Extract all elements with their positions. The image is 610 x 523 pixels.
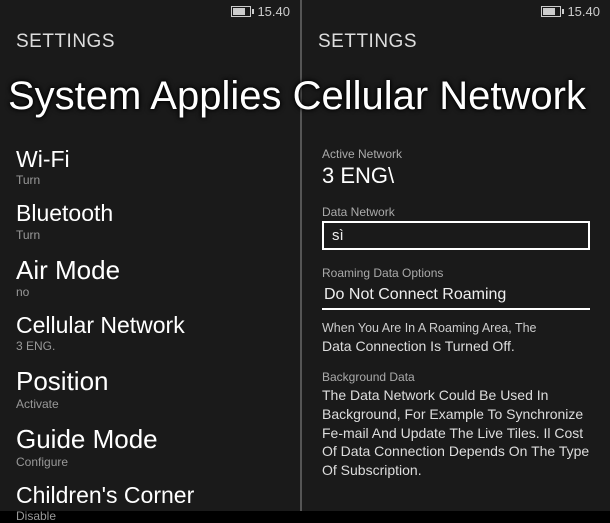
setting-wifi[interactable]: Wi-Fi Turn <box>16 147 284 187</box>
left-panel: 15.40 SETTINGS Wi-Fi Turn Bluetooth Turn… <box>0 0 302 511</box>
roaming-explanation: When You Are In A Roaming Area, The Data… <box>322 320 590 356</box>
setting-sub: Turn <box>16 228 284 242</box>
setting-title: Air Mode <box>16 256 284 285</box>
setting-childrens-corner[interactable]: Children's Corner Disable <box>16 483 284 523</box>
setting-title: Cellular Network <box>16 313 284 338</box>
setting-title: Guide Mode <box>16 425 284 454</box>
status-time: 15.40 <box>567 4 600 19</box>
setting-sub: no <box>16 285 284 299</box>
data-network-label: Data Network <box>322 205 590 219</box>
settings-header-left: SETTINGS <box>0 21 300 53</box>
battery-icon <box>541 6 561 17</box>
right-panel: 15.40 SETTINGS Active Network 3 ENG\ Dat… <box>302 0 610 511</box>
roaming-value: Do Not Connect Roaming <box>324 286 506 303</box>
data-network-select[interactable]: sì <box>322 221 590 250</box>
status-bar-right: 15.40 <box>302 0 610 21</box>
active-network-value: 3 ENG\ <box>322 163 590 189</box>
setting-guide-mode[interactable]: Guide Mode Configure <box>16 425 284 469</box>
status-bar-left: 15.40 <box>0 0 300 21</box>
setting-cellular-network[interactable]: Cellular Network 3 ENG. <box>16 313 284 353</box>
settings-header-right: SETTINGS <box>302 21 610 53</box>
setting-sub: Turn <box>16 173 284 187</box>
setting-title: Position <box>16 367 284 396</box>
active-network-label: Active Network <box>322 147 590 161</box>
setting-title: Wi-Fi <box>16 147 284 172</box>
setting-sub: 3 ENG. <box>16 339 284 353</box>
background-data-label: Background Data <box>322 370 590 384</box>
roaming-options-select[interactable]: Do Not Connect Roaming <box>322 282 590 310</box>
setting-title: Bluetooth <box>16 201 284 226</box>
status-time: 15.40 <box>257 4 290 19</box>
setting-position[interactable]: Position Activate <box>16 367 284 411</box>
setting-title: Children's Corner <box>16 483 284 508</box>
background-data-explanation: The Data Network Could Be Used In Backgr… <box>322 386 590 480</box>
setting-air-mode[interactable]: Air Mode no <box>16 256 284 300</box>
setting-sub: Activate <box>16 397 284 411</box>
setting-sub: Configure <box>16 455 284 469</box>
setting-sub: Disable <box>16 509 284 523</box>
battery-icon <box>231 6 251 17</box>
setting-bluetooth[interactable]: Bluetooth Turn <box>16 201 284 241</box>
roaming-options-label: Roaming Data Options <box>322 266 590 280</box>
data-network-value: sì <box>332 227 344 244</box>
